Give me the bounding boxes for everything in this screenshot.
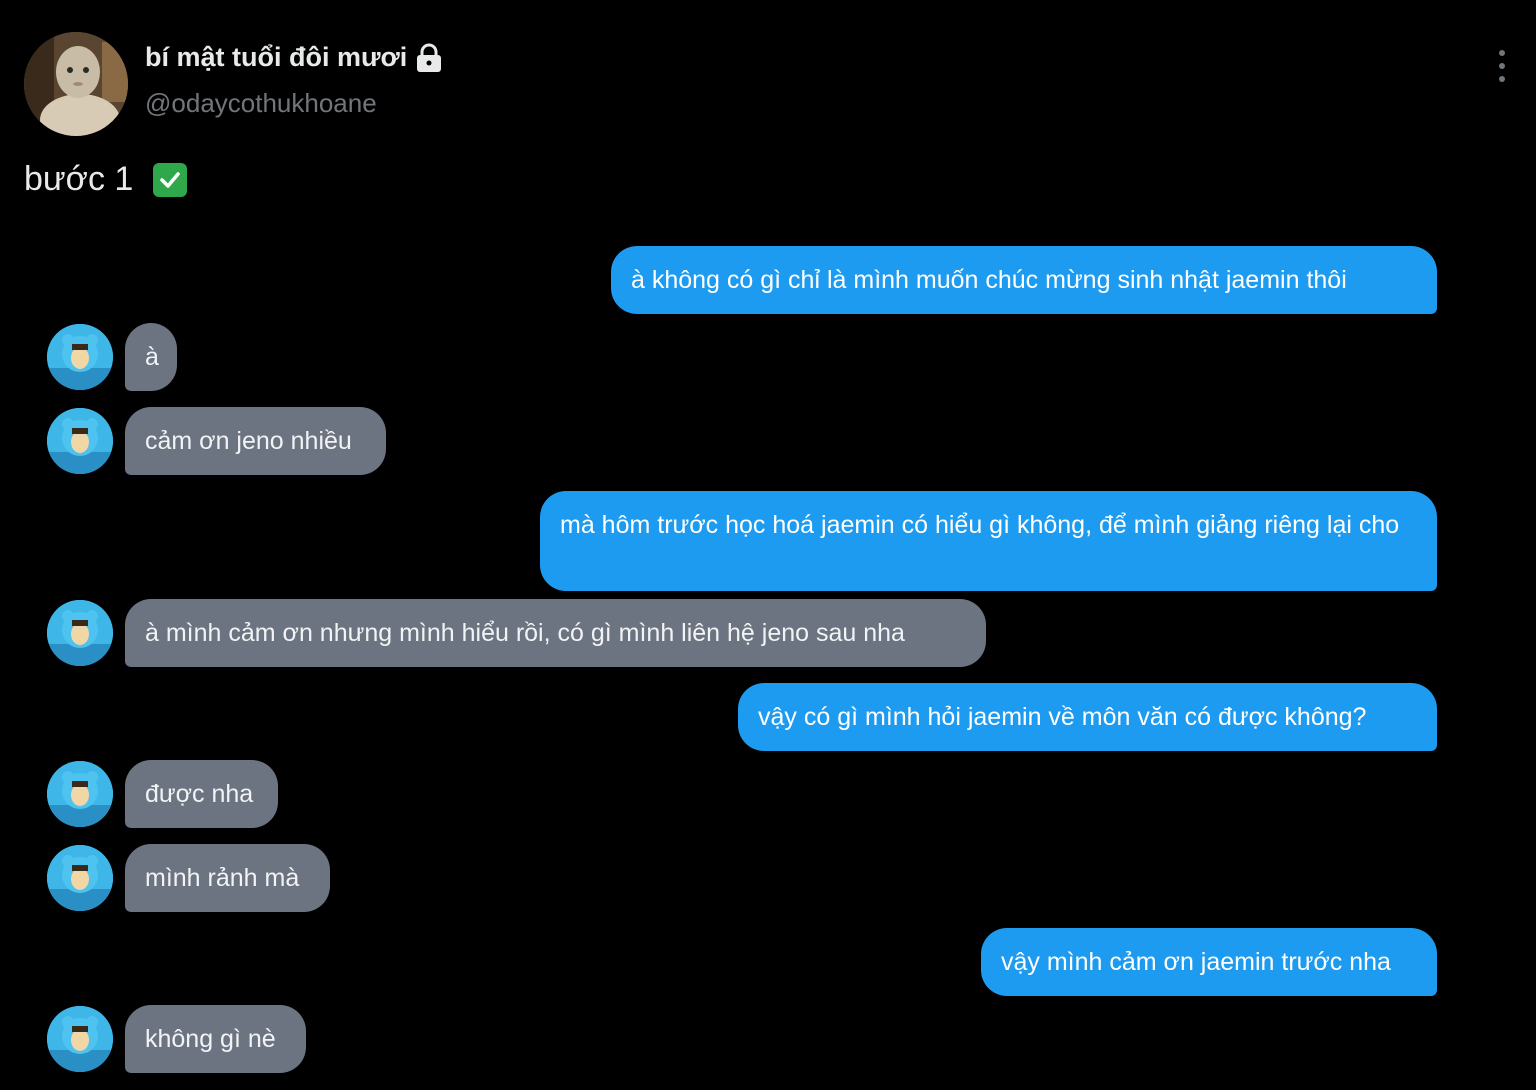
message-text: vậy có gì mình hỏi jaemin về môn văn có … <box>758 703 1367 731</box>
message-text: à <box>145 343 159 371</box>
contact-avatar <box>47 600 113 666</box>
contact-avatar <box>47 408 113 474</box>
message-bubble-sent: mà hôm trước học hoá jaemin có hiểu gì k… <box>540 491 1437 591</box>
message-text: cảm ơn jeno nhiều <box>145 427 352 455</box>
message-bubble-received: mình rảnh mà <box>125 844 330 912</box>
message-text: mình rảnh mà <box>145 864 300 892</box>
message-bubble-sent: vậy mình cảm ơn jaemin trước nha <box>981 928 1437 996</box>
contact-avatar <box>47 845 113 911</box>
message-text: không gì nè <box>145 1025 276 1053</box>
message-bubble-received: được nha <box>125 760 278 828</box>
message-text: à không có gì chỉ là mình muốn chúc mừng… <box>631 266 1347 294</box>
message-bubble-sent: à không có gì chỉ là mình muốn chúc mừng… <box>611 246 1437 314</box>
chat-screenshot: à không có gì chỉ là mình muốn chúc mừng… <box>0 0 1536 1090</box>
message-text: mà hôm trước học hoá jaemin có hiểu gì k… <box>560 511 1400 539</box>
message-text: vậy mình cảm ơn jaemin trước nha <box>1001 948 1391 976</box>
message-bubble-received: không gì nè <box>125 1005 306 1073</box>
contact-avatar <box>47 1006 113 1072</box>
message-bubble-received: à <box>125 323 177 391</box>
message-bubble-received: à mình cảm ơn nhưng mình hiểu rồi, có gì… <box>125 599 986 667</box>
message-bubble-sent: vậy có gì mình hỏi jaemin về môn văn có … <box>738 683 1437 751</box>
contact-avatar <box>47 324 113 390</box>
message-text: được nha <box>145 780 254 808</box>
message-bubble-received: cảm ơn jeno nhiều <box>125 407 386 475</box>
contact-avatar <box>47 761 113 827</box>
message-text: à mình cảm ơn nhưng mình hiểu rồi, có gì… <box>145 619 905 647</box>
